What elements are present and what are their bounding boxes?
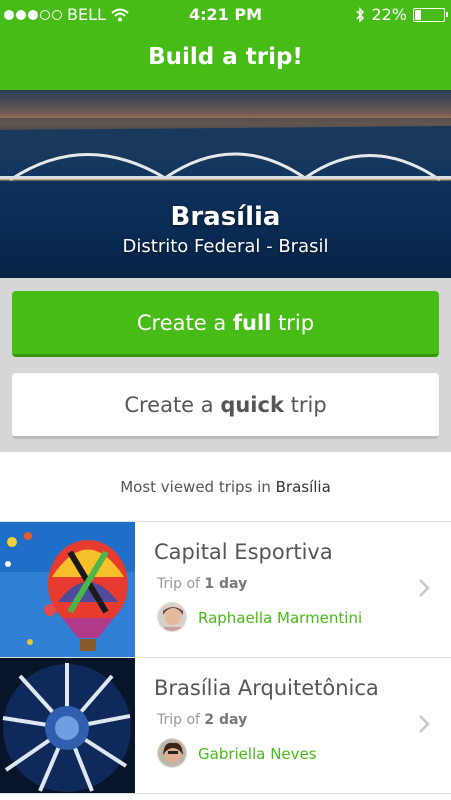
most-viewed-label: Most viewed trips in: [120, 478, 276, 496]
trip-duration-prefix: Trip of: [157, 712, 205, 728]
battery-level: [415, 9, 421, 20]
create-quick-trip-button[interactable]: Create a quick trip: [12, 373, 439, 439]
trip-list-item[interactable]: Capital Esportiva Trip of 1 day Raphaell…: [0, 521, 451, 657]
trip-author[interactable]: Gabriella Neves: [198, 745, 317, 763]
bluetooth-icon: [356, 6, 365, 23]
trip-duration: Trip of 1 day: [157, 576, 247, 592]
trip-actions-panel: Create a full trip Create a quick trip: [0, 278, 451, 452]
create-full-trip-button[interactable]: Create a full trip: [12, 291, 439, 357]
trip-duration: Trip of 2 day: [157, 712, 247, 728]
status-right: 22%: [355, 5, 448, 24]
battery-icon: [413, 7, 448, 22]
create-quick-trip-bold: quick: [220, 393, 284, 417]
create-quick-trip-suffix: trip: [283, 393, 327, 417]
city-name: Brasília: [170, 202, 281, 232]
trip-name: Brasília Arquitetônica: [154, 676, 379, 700]
trip-duration-value: 1 day: [204, 576, 248, 592]
create-full-trip-suffix: trip: [271, 311, 315, 335]
most-viewed-heading: Most viewed trips in Brasília: [0, 478, 451, 496]
create-quick-trip-prefix: Create a: [124, 393, 221, 417]
status-bar: BELL 4:21 PM 22%: [0, 0, 451, 30]
page-title: Build a trip!: [148, 44, 303, 70]
city-region: Distrito Federal - Brasil: [122, 236, 329, 257]
chevron-right-icon: [419, 579, 430, 597]
cathedral-image: [0, 658, 135, 793]
trip-list-item[interactable]: Brasília Arquitetônica Trip of 2 day Gab…: [0, 657, 451, 793]
app-header: BELL 4:21 PM 22% Build a trip!: [0, 0, 451, 90]
most-viewed-city: Brasília: [275, 478, 331, 496]
trip-author[interactable]: Raphaella Marmentini: [198, 609, 362, 627]
avatar[interactable]: [157, 738, 187, 768]
battery-percent: 22%: [371, 5, 407, 24]
trip-duration-prefix: Trip of: [157, 576, 205, 592]
trip-thumbnail: [0, 658, 135, 793]
create-full-trip-prefix: Create a: [136, 311, 233, 335]
hot-air-balloon-image: [0, 522, 135, 657]
trip-thumbnail: [0, 522, 135, 657]
chevron-right-icon: [419, 715, 430, 733]
trip-name: Capital Esportiva: [154, 540, 333, 564]
create-full-trip-bold: full: [232, 311, 272, 335]
trip-duration-value: 2 day: [204, 712, 248, 728]
list-divider: [0, 793, 451, 800]
avatar[interactable]: [157, 602, 187, 632]
city-hero[interactable]: Brasília Distrito Federal - Brasil: [0, 90, 451, 278]
